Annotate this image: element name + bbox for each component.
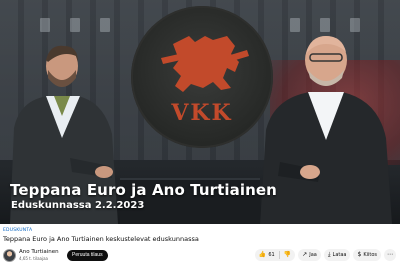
background-window [40, 18, 50, 32]
channel-avatar[interactable] [3, 249, 16, 262]
channel-hashtag-link[interactable]: EDUSKUNTA [3, 228, 32, 233]
download-button[interactable]: ⤓ Lataa [323, 249, 351, 261]
background-window [70, 18, 80, 32]
action-bar: 👍 61 👎 ↗ Jaa ⤓ Lataa $ Kiitos ⋯ [254, 249, 396, 261]
share-icon: ↗ [302, 251, 308, 258]
share-label: Jaa [309, 252, 317, 258]
share-button[interactable]: ↗ Jaa [298, 249, 321, 261]
thanks-button[interactable]: $ Kiitos [353, 249, 381, 261]
video-caption-title: Teppana Euro ja Ano Turtiainen [10, 181, 277, 199]
like-divider [278, 251, 280, 259]
video-title: Teppana Euro ja Ano Turtiainen keskustel… [3, 235, 199, 243]
background-window [100, 18, 110, 32]
video-player[interactable]: VKK Teppana Euro ja Ano Turtiainen Edusk… [0, 0, 400, 224]
like-count[interactable]: 61 [268, 252, 274, 258]
thanks-label: Kiitos [363, 252, 377, 258]
thanks-icon: $ [357, 251, 362, 258]
more-icon: ⋯ [387, 251, 393, 258]
video-caption-subtitle: Eduskunnassa 2.2.2023 [11, 200, 145, 211]
download-label: Lataa [332, 252, 347, 258]
more-actions-button[interactable]: ⋯ [384, 249, 396, 261]
like-dislike-group: 👍 61 👎 [254, 249, 296, 261]
thumb-down-icon[interactable]: 👎 [284, 249, 295, 261]
channel-name[interactable]: Ano Turtiainen [19, 249, 59, 255]
subscriber-count: 4,65 t. tilaajaa [19, 256, 48, 261]
thumb-up-icon[interactable]: 👍 [259, 249, 266, 261]
youtube-watch-page: VKK Teppana Euro ja Ano Turtiainen Edusk… [0, 0, 400, 265]
subscribe-button[interactable]: Peruuta tilaus [67, 250, 108, 261]
download-icon: ⤓ [327, 251, 331, 258]
